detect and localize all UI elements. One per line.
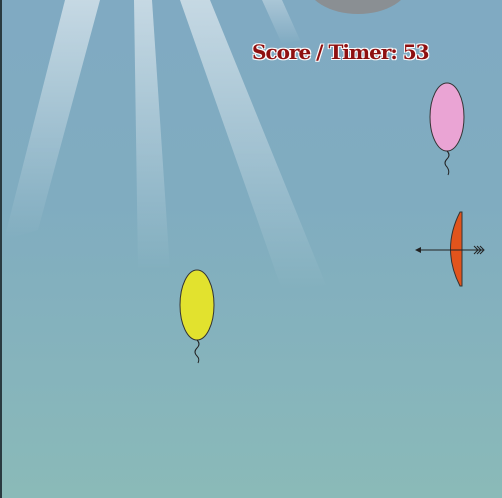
balloon-body xyxy=(179,269,215,341)
balloon-yellow[interactable] xyxy=(179,269,215,364)
frame-edge xyxy=(0,0,2,498)
light-ray xyxy=(262,0,300,44)
balloon-body xyxy=(429,82,465,152)
game-canvas[interactable] xyxy=(0,0,502,498)
bow-icon[interactable] xyxy=(450,211,463,287)
moon-icon xyxy=(315,0,401,14)
balloon-string xyxy=(194,339,200,364)
arrow-head xyxy=(415,247,421,253)
light-ray xyxy=(4,0,100,240)
score-timer-label: Score / Timer: 53 xyxy=(252,40,430,64)
light-ray xyxy=(134,0,170,270)
balloon-pink[interactable] xyxy=(429,82,465,176)
bow-body xyxy=(450,211,463,287)
arrow-icon[interactable] xyxy=(415,245,485,255)
balloon-string xyxy=(444,150,450,176)
